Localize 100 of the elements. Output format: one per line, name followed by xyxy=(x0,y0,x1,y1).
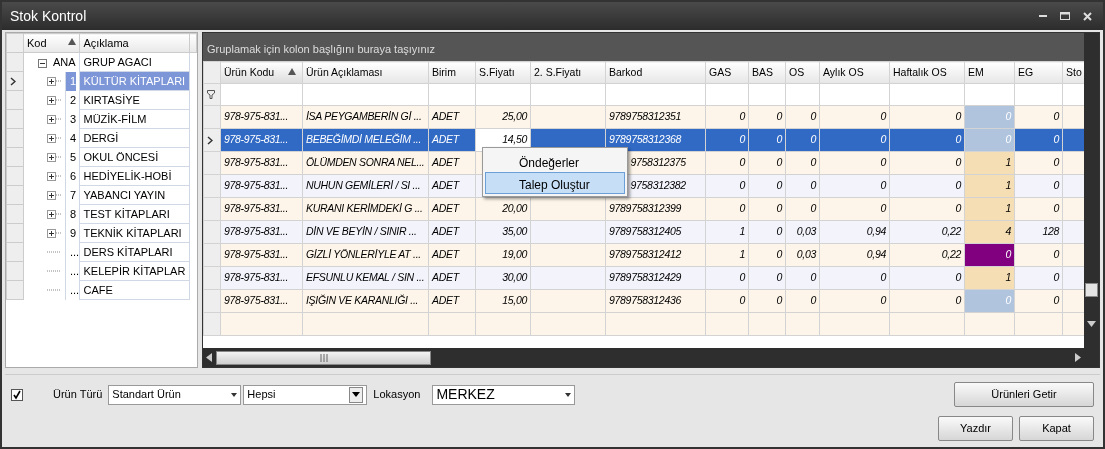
tree-item[interactable]: TEST KİTAPLARI xyxy=(79,204,190,224)
collapse-icon[interactable] xyxy=(38,58,47,68)
column-header[interactable]: 2. S.Fiyatı xyxy=(530,61,606,84)
tree-item[interactable]: YABANCI YAYIN xyxy=(79,185,190,205)
table-cell: 9789758312351 xyxy=(605,105,706,129)
tree-cell: 1 xyxy=(65,71,77,91)
tree-item[interactable]: MÜZİK-FİLM xyxy=(79,109,190,129)
table-cell: 0 xyxy=(705,197,749,221)
table-cell: 0 xyxy=(819,289,890,313)
table-cell: 9789758312429 xyxy=(605,266,706,290)
table-cell: 0 xyxy=(819,151,890,175)
table-cell: 1 xyxy=(705,220,749,244)
tree-item[interactable]: KIRTASİYE xyxy=(79,90,190,110)
expand-icon[interactable] xyxy=(47,152,56,162)
table-cell: ADET xyxy=(428,220,476,244)
table-cell: 0 xyxy=(748,266,786,290)
expand-icon[interactable] xyxy=(47,209,56,219)
scroll-left-icon[interactable] xyxy=(206,353,212,362)
scrollbar-thumb[interactable] xyxy=(216,350,431,365)
checkbox[interactable] xyxy=(11,388,23,401)
tree-item[interactable]: OKUL ÖNCESİ xyxy=(79,147,190,167)
column-header[interactable]: Kod xyxy=(23,33,80,53)
tree-item[interactable]: KELEPİR KİTAPLAR xyxy=(79,261,190,281)
sort-arrow-icon xyxy=(288,67,296,75)
tree-cell: ... xyxy=(65,280,80,300)
dropdown[interactable]: Standart Ürün xyxy=(108,384,242,405)
column-header[interactable]: BAS xyxy=(748,61,786,84)
table-cell: ÖLÜMDEN SONRA NEL... xyxy=(302,151,429,175)
table-cell: ADET xyxy=(428,289,476,313)
table-cell: 0,03 xyxy=(785,220,820,244)
table-cell: 0 xyxy=(1014,266,1063,290)
table-cell: 0 xyxy=(785,174,820,198)
tree-cell: 4 xyxy=(65,128,77,148)
table-cell: 0 xyxy=(785,105,820,129)
dropdown[interactable]: Hepsi xyxy=(243,384,368,405)
close-button[interactable]: Kapat xyxy=(1019,416,1094,441)
filter-icon[interactable] xyxy=(207,90,215,100)
tree-item[interactable]: DERGİ xyxy=(79,128,190,148)
table-cell: 0 xyxy=(748,174,786,198)
column-header[interactable]: Ürün Kodu xyxy=(220,61,303,84)
column-header[interactable]: Ürün Açıklaması xyxy=(302,61,429,84)
table-cell: ADET xyxy=(428,243,476,267)
column-header[interactable]: Haftalık OS xyxy=(889,61,965,84)
table-cell: 0 xyxy=(889,289,965,313)
tree-cell: ... xyxy=(65,242,80,262)
print-button[interactable]: Yazdır xyxy=(938,416,1013,441)
expand-icon[interactable] xyxy=(47,171,56,181)
table-cell: 0 xyxy=(1014,243,1063,267)
tree-item[interactable]: DERS KİTAPLARI xyxy=(79,242,190,262)
tree-cell: ... xyxy=(65,261,80,281)
sort-arrow-icon xyxy=(68,37,77,45)
expand-icon[interactable] xyxy=(47,114,56,124)
scrollbar-thumb[interactable] xyxy=(1085,283,1098,297)
tree-item[interactable]: HEDİYELİK-HOBİ xyxy=(79,166,190,186)
tree-item[interactable]: CAFE xyxy=(79,280,190,300)
expand-icon[interactable] xyxy=(47,228,56,238)
scroll-right-icon[interactable] xyxy=(1075,353,1081,362)
expand-icon[interactable] xyxy=(47,190,56,200)
expand-icon[interactable] xyxy=(47,76,56,86)
column-header[interactable]: OS xyxy=(785,61,820,84)
table-cell: ADET xyxy=(428,151,476,175)
table-cell: 0 xyxy=(748,105,786,129)
table-cell: 9789758312405 xyxy=(605,220,706,244)
dropdown-arrow-icon xyxy=(231,392,238,397)
column-header[interactable]: EG xyxy=(1014,61,1063,84)
table-cell: 0 xyxy=(819,174,890,198)
tree-item[interactable]: TEKNİK KİTAPLARI xyxy=(79,223,190,243)
table-cell: 0 xyxy=(748,197,786,221)
column-header[interactable]: Açıklama xyxy=(79,33,190,53)
column-header[interactable]: GAS xyxy=(705,61,749,84)
table-cell: 0 xyxy=(1014,174,1063,198)
table-cell: 35,00 xyxy=(475,220,531,244)
tree-cell: 8 xyxy=(65,204,77,224)
window-title: Stok Kontrol xyxy=(10,6,88,26)
menu-item[interactable]: Talep Oluştur xyxy=(485,172,625,194)
column-header[interactable]: S.Fiyatı xyxy=(475,61,531,84)
table-cell: 1 xyxy=(705,243,749,267)
table-cell: 0 xyxy=(785,197,820,221)
table-cell: EFSUNLU KEMAL / SIN ... xyxy=(302,266,429,290)
column-header[interactable]: Birim xyxy=(428,61,476,84)
tree-line xyxy=(56,80,61,82)
column-header[interactable]: Sto xyxy=(1062,61,1084,84)
expand-icon[interactable] xyxy=(47,133,56,143)
table-cell: 19,00 xyxy=(475,243,531,267)
tree-line xyxy=(56,156,61,158)
table-cell: 0 xyxy=(889,174,965,198)
tree-cell: 6 xyxy=(65,166,77,186)
column-header[interactable]: Barkod xyxy=(605,61,706,84)
table-cell: DİN VE BEYİN / SINIR ... xyxy=(302,220,429,244)
scroll-down-icon[interactable] xyxy=(1087,321,1096,327)
table-cell: ADET xyxy=(428,266,476,290)
column-header[interactable]: EM xyxy=(964,61,1015,84)
table-cell: İSA PEYGAMBERİN Gİ ... xyxy=(302,105,429,129)
table-cell: 0 xyxy=(705,151,749,175)
dropdown[interactable]: MERKEZ xyxy=(432,384,576,405)
expand-icon[interactable] xyxy=(47,95,56,105)
column-header[interactable]: Aylık OS xyxy=(819,61,890,84)
fetch-button[interactable]: Ürünleri Getir xyxy=(954,382,1094,407)
table-cell: 0 xyxy=(1014,197,1063,221)
table-cell: ADET xyxy=(428,174,476,198)
